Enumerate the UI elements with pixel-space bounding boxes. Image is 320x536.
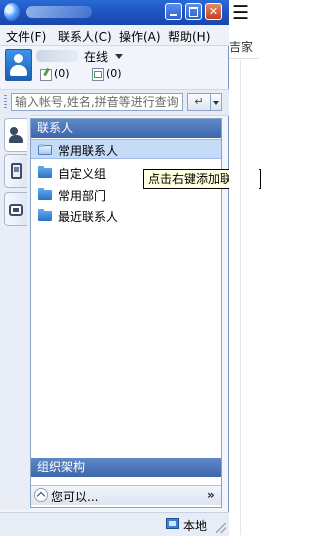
divider-vertical — [240, 60, 241, 535]
folder-icon — [38, 188, 52, 200]
avatar[interactable] — [5, 49, 32, 81]
search-options-dropdown[interactable] — [211, 93, 222, 111]
window-title-redacted — [26, 6, 92, 18]
org-structure-label: 组织架构 — [37, 460, 86, 474]
background-app: ☰ 吉家 — [229, 0, 259, 535]
group-row-recent[interactable]: 最近联系人 — [31, 206, 221, 226]
menu-actions[interactable]: 操作(A) — [119, 28, 161, 45]
menu-help[interactable]: 帮助(H) — [168, 28, 210, 45]
status-bar: 本地 — [0, 512, 229, 536]
group-label: 常用部门 — [58, 189, 107, 203]
group-icon — [9, 204, 23, 216]
profile-area: 在线 (0) (0) — [0, 45, 229, 88]
contacts-header-label: 联系人 — [37, 121, 74, 135]
app-logo-icon — [4, 3, 20, 21]
contacts-header[interactable]: 联系人 — [31, 119, 221, 138]
menu-contacts[interactable]: 联系人(C) — [58, 28, 112, 45]
more-icon[interactable]: » — [207, 488, 215, 502]
contacts-icon — [9, 127, 23, 143]
folder-icon — [38, 209, 52, 221]
folder-open-icon — [38, 144, 52, 155]
group-label: 常用联系人 — [58, 144, 119, 158]
message-count: (0) — [54, 67, 70, 80]
local-label[interactable]: 本地 — [183, 517, 207, 534]
background-app-text: 吉家 — [229, 40, 254, 54]
avatar-head — [14, 54, 23, 63]
toolbar-grip — [4, 95, 7, 109]
side-tab-strip — [0, 114, 30, 510]
divider — [229, 58, 259, 59]
you-can-bar[interactable]: 您可以... » — [31, 485, 221, 505]
contact-search-input[interactable] — [11, 93, 183, 111]
minimize-button[interactable] — [165, 3, 182, 20]
menu-icon[interactable]: ☰ — [232, 2, 249, 24]
group-label: 自定义组 — [58, 167, 107, 181]
presence-status[interactable]: 在线 — [84, 48, 108, 65]
local-monitor-icon[interactable] — [166, 518, 179, 529]
menu-bar: 文件(F) 联系人(C) 操作(A) 帮助(H) — [0, 25, 229, 46]
folder-icon — [38, 166, 52, 178]
you-can-label: 您可以... — [51, 490, 99, 504]
group-row-frequent[interactable]: 常用联系人 — [31, 139, 221, 159]
title-bar[interactable]: ✕ — [0, 0, 229, 25]
close-button[interactable]: ✕ — [205, 3, 222, 20]
maximize-button[interactable] — [185, 3, 202, 20]
status-dropdown-icon[interactable] — [115, 54, 123, 59]
avatar-body — [10, 65, 27, 76]
tab-groups[interactable] — [4, 192, 27, 226]
im-main-window: ✕ 文件(F) 联系人(C) 操作(A) 帮助(H) 在线 (0) (0) ↵ — [0, 0, 229, 536]
tab-mobile[interactable] — [4, 154, 27, 188]
search-row: ↵ — [0, 89, 229, 116]
user-name-redacted — [36, 50, 78, 62]
menu-file[interactable]: 文件(F) — [6, 28, 46, 45]
file-box-icon[interactable] — [92, 68, 104, 81]
search-go-button[interactable]: ↵ — [187, 93, 211, 111]
chevron-up-icon[interactable] — [34, 488, 48, 502]
org-structure-header[interactable]: 组织架构 — [31, 458, 221, 477]
phone-icon — [11, 163, 22, 179]
tab-contacts[interactable] — [4, 118, 27, 152]
message-box-icon[interactable] — [40, 68, 52, 81]
group-label: 最近联系人 — [58, 210, 119, 224]
file-count: (0) — [106, 67, 122, 80]
resize-grip[interactable] — [216, 523, 226, 533]
